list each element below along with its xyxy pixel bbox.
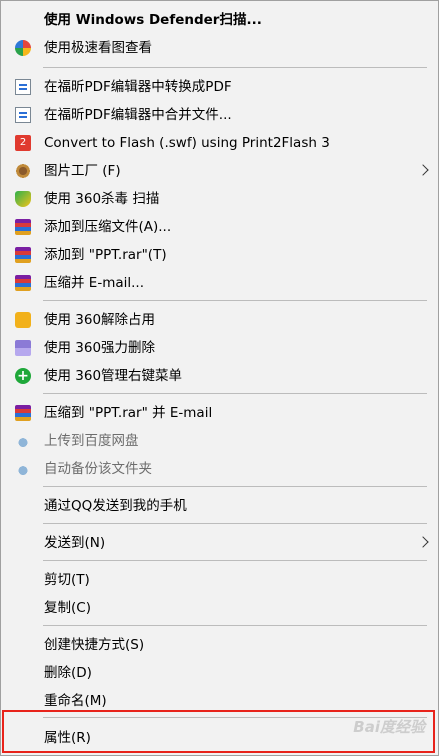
menu-separator	[43, 523, 427, 524]
gear-icon	[15, 163, 31, 179]
menu-separator	[43, 393, 427, 394]
360-shield-icon	[15, 191, 31, 207]
menu-item-label: 压缩到 "PPT.rar" 并 E-mail	[44, 405, 213, 421]
menu-item-label: 添加到 "PPT.rar"(T)	[44, 247, 167, 263]
menu-item-copy[interactable]: 复制(C)	[2, 594, 437, 622]
flash-icon: 2	[15, 135, 31, 151]
menu-item-convert-to-flash[interactable]: 2 Convert to Flash (.swf) using Print2Fl…	[2, 129, 437, 157]
menu-item-360-manage-context-menu[interactable]: + 使用 360管理右键菜单	[2, 362, 437, 390]
menu-item-360-unlock[interactable]: 使用 360解除占用	[2, 306, 437, 334]
menu-item-label: 使用 360管理右键菜单	[44, 368, 183, 384]
menu-item-label: Convert to Flash (.swf) using Print2Flas…	[44, 135, 330, 151]
winrar-icon	[15, 405, 31, 421]
winrar-icon	[15, 247, 31, 263]
menu-item-label: 删除(D)	[44, 665, 92, 681]
menu-item-compress-to-ppt-rar-email[interactable]: 压缩到 "PPT.rar" 并 E-mail	[2, 399, 437, 427]
360-shred-icon	[15, 340, 31, 356]
menu-item-send-via-qq[interactable]: 通过QQ发送到我的手机	[2, 492, 437, 520]
pdf-merge-icon	[15, 107, 31, 123]
menu-item-delete[interactable]: 删除(D)	[2, 659, 437, 687]
menu-item-label: 自动备份该文件夹	[44, 461, 152, 477]
image-viewer-icon	[15, 40, 31, 56]
menu-item-cut[interactable]: 剪切(T)	[2, 566, 437, 594]
context-menu: 使用 Windows Defender扫描... 使用极速看图查看 在福昕PDF…	[0, 0, 439, 756]
menu-item-label: 复制(C)	[44, 600, 91, 616]
menu-item-label: 使用 360杀毒 扫描	[44, 191, 160, 207]
menu-item-foxit-convert-pdf[interactable]: 在福昕PDF编辑器中转换成PDF	[2, 73, 437, 101]
menu-item-360-force-delete[interactable]: 使用 360强力删除	[2, 334, 437, 362]
menu-item-compress-and-email[interactable]: 压缩并 E-mail...	[2, 269, 437, 297]
menu-item-picture-factory[interactable]: 图片工厂 (F)	[2, 157, 437, 185]
baidu-cloud-icon	[15, 461, 31, 477]
menu-item-foxit-merge[interactable]: 在福昕PDF编辑器中合并文件...	[2, 101, 437, 129]
chevron-right-icon	[417, 164, 429, 176]
pdf-convert-icon	[15, 79, 31, 95]
menu-separator	[43, 625, 427, 626]
baidu-cloud-icon	[15, 433, 31, 449]
360-plus-icon: +	[15, 368, 31, 384]
menu-separator	[43, 560, 427, 561]
menu-item-label: 添加到压缩文件(A)...	[44, 219, 172, 235]
menu-item-360-antivirus-scan[interactable]: 使用 360杀毒 扫描	[2, 185, 437, 213]
menu-separator	[43, 486, 427, 487]
menu-item-send-to[interactable]: 发送到(N)	[2, 529, 437, 557]
menu-item-fast-image-viewer[interactable]: 使用极速看图查看	[2, 34, 437, 62]
menu-item-create-shortcut[interactable]: 创建快捷方式(S)	[2, 631, 437, 659]
360-unlock-icon	[15, 312, 31, 328]
menu-item-label: 使用 Windows Defender扫描...	[44, 12, 262, 28]
menu-item-label: 在福昕PDF编辑器中合并文件...	[44, 107, 232, 123]
menu-item-label: 上传到百度网盘	[44, 433, 139, 449]
menu-item-auto-backup[interactable]: 自动备份该文件夹	[2, 455, 437, 483]
menu-item-label: 发送到(N)	[44, 535, 106, 551]
menu-item-label: 使用 360解除占用	[44, 312, 156, 328]
menu-item-label: 通过QQ发送到我的手机	[44, 498, 187, 514]
winrar-icon	[15, 275, 31, 291]
winrar-icon	[15, 219, 31, 235]
watermark: Bai度经验	[353, 718, 425, 736]
menu-item-windows-defender-scan[interactable]: 使用 Windows Defender扫描...	[2, 6, 437, 34]
menu-item-label: 使用 360强力删除	[44, 340, 156, 356]
menu-item-upload-baidu[interactable]: 上传到百度网盘	[2, 427, 437, 455]
menu-separator	[43, 67, 427, 68]
menu-item-label: 剪切(T)	[44, 572, 90, 588]
menu-separator	[43, 300, 427, 301]
menu-item-add-to-ppt-rar[interactable]: 添加到 "PPT.rar"(T)	[2, 241, 437, 269]
menu-item-label: 创建快捷方式(S)	[44, 637, 145, 653]
menu-item-label: 在福昕PDF编辑器中转换成PDF	[44, 79, 232, 95]
chevron-right-icon	[417, 536, 429, 548]
menu-item-label: 图片工厂 (F)	[44, 163, 121, 179]
menu-item-add-to-archive[interactable]: 添加到压缩文件(A)...	[2, 213, 437, 241]
menu-item-label: 压缩并 E-mail...	[44, 275, 144, 291]
menu-item-label: 使用极速看图查看	[44, 40, 152, 56]
